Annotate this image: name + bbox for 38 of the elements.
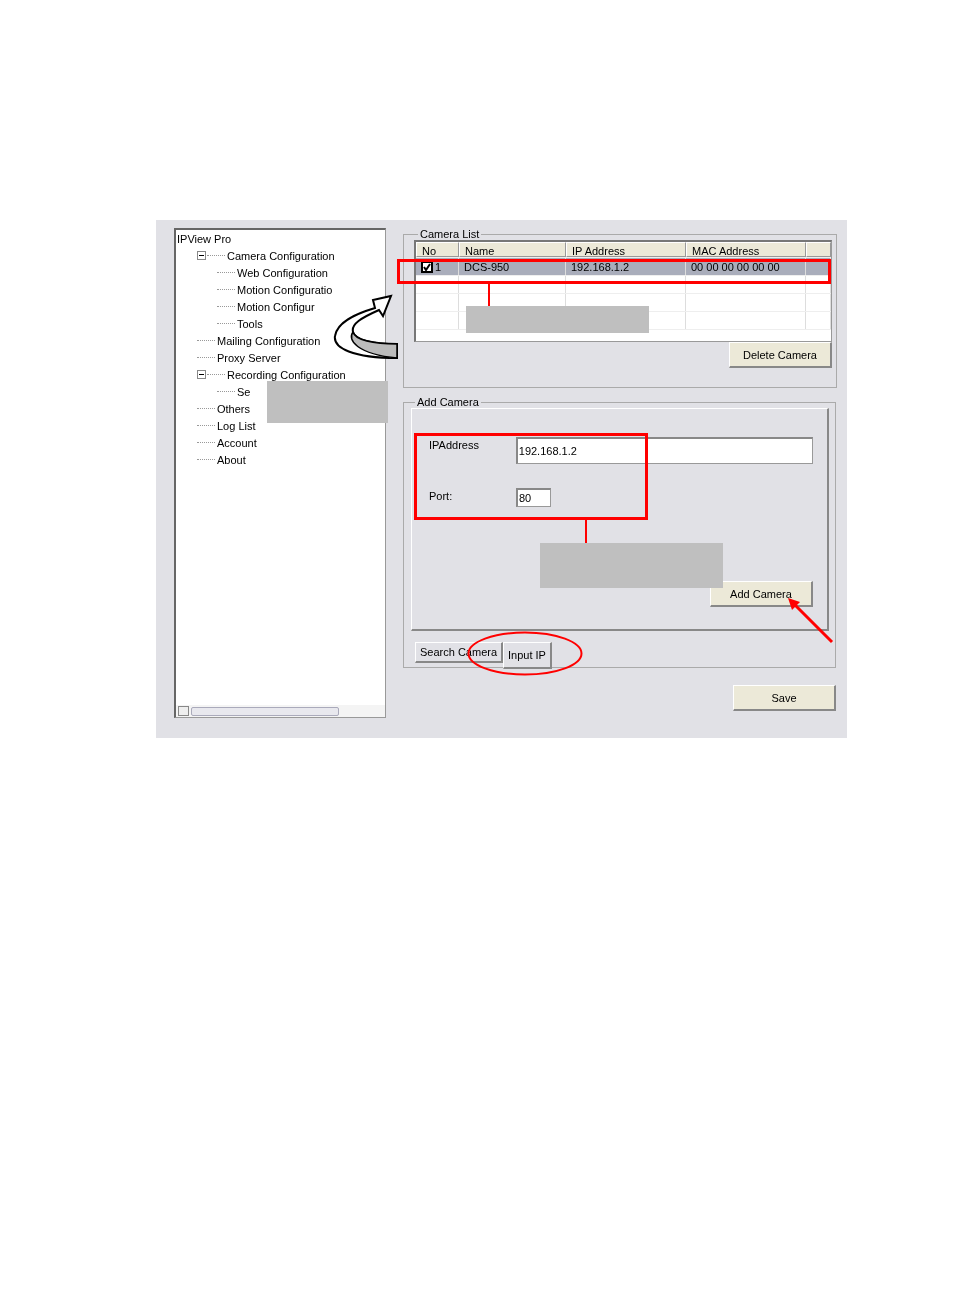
tree-item[interactable]: Log List [217,419,256,432]
tree-item[interactable]: Se [237,385,251,398]
field-label: IPAddress [429,438,480,451]
tree-item[interactable]: Others [217,402,250,415]
port-field[interactable]: 80 [516,488,551,507]
leader-line [585,520,587,543]
leader-line [488,284,490,306]
add-camera-button[interactable]: Add Camera [710,581,813,607]
collapse-toggle-icon[interactable] [197,370,206,379]
tree-item[interactable]: Motion Configur [237,300,315,313]
save-button[interactable]: Save [733,685,836,711]
tree-item[interactable]: Tools [237,317,263,330]
horizontal-scrollbar[interactable] [176,705,385,717]
table-cell: 192.168.1.2 [571,260,630,273]
field-label: Port: [429,489,454,502]
pointer-arrow-icon [786,597,834,644]
column-header[interactable]: IP Address [566,242,686,257]
column-header[interactable]: Name [459,242,566,257]
column-header[interactable]: MAC Address [686,242,806,257]
tree-item[interactable]: Camera Configuration [227,249,335,262]
tree-item[interactable]: Account [217,436,257,449]
tree-item[interactable]: Motion Configuratio [237,283,333,296]
table-cell: 1 [435,260,442,273]
group-title: Camera List [419,228,481,240]
tree-item[interactable]: Proxy Server [217,351,281,364]
tree-item[interactable]: IPView Pro [177,232,232,245]
tree-item[interactable]: Recording Configuration [227,368,346,381]
delete-camera-button[interactable]: Delete Camera [729,342,832,368]
tree-item[interactable]: Web Configuration [237,266,328,279]
ip-address-field[interactable]: 192.168.1.2 [515,437,813,464]
table-cell: DCS-950 [464,260,510,273]
collapse-toggle-icon[interactable] [197,251,206,260]
tab[interactable]: Input IP [503,642,552,669]
tree-item[interactable]: Mailing Configuration [217,334,321,347]
table-cell: 00 00 00 00 00 00 [691,260,780,273]
column-header[interactable]: No [416,242,459,257]
group-title: Add Camera [416,396,480,408]
tree-item[interactable]: About [217,453,246,466]
